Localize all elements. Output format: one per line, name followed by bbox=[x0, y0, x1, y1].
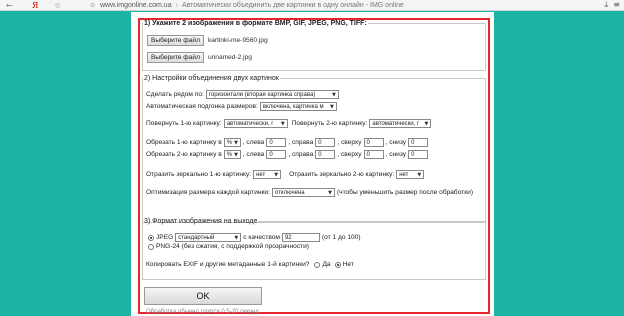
exif-yes-label: Да bbox=[322, 261, 331, 268]
mirror1-label: Отразить зеркально 1-ю картинку: bbox=[146, 171, 252, 178]
exif-label: Копировать EXIF и другие метаданные 1-й … bbox=[146, 261, 310, 268]
join-direction-select[interactable]: горизонтали (вторая картинка справа) ▼ bbox=[205, 90, 339, 99]
url-text[interactable]: www.imgonline.com.ua bbox=[100, 2, 172, 9]
png-label: PNG-24 (без сжатия, с поддержкой прозрач… bbox=[156, 243, 309, 250]
crop1-label: Обрезать 1-ю картинку в bbox=[146, 139, 222, 146]
chevron-down-icon: ▼ bbox=[274, 171, 279, 178]
jpeg-label: JPEG bbox=[156, 234, 174, 241]
output-format-section: 3) Формат изображения на выходе JPEG ста… bbox=[142, 218, 486, 280]
exif-no-radio[interactable] bbox=[334, 261, 341, 268]
chevron-down-icon: ▼ bbox=[331, 91, 336, 98]
ok-button[interactable]: OK bbox=[144, 287, 262, 305]
optimize-note: (чтобы уменьшить размер после обработки) bbox=[336, 189, 474, 196]
url-separator: › bbox=[175, 1, 178, 9]
page-title: Автоматически объединить две картинки в … bbox=[181, 1, 404, 9]
file-upload-section: 1) Укажите 2 изображения в формате BMP, … bbox=[142, 20, 486, 71]
chevron-down-icon: ▼ bbox=[329, 103, 334, 110]
exif-no-label: Нет bbox=[342, 261, 354, 268]
section2-legend: 2) Настройки объединения двух картинок bbox=[144, 75, 279, 82]
crop1-top-input[interactable]: 0 bbox=[363, 138, 384, 147]
chevron-down-icon: ▼ bbox=[234, 139, 238, 146]
exif-yes-radio[interactable] bbox=[314, 261, 321, 268]
rotate2-select[interactable]: автоматически, г ▼ bbox=[369, 119, 432, 128]
optimize-label: Оптимизация размера каждой картинки: bbox=[146, 189, 270, 196]
join-direction-label: Сделать рядом по: bbox=[146, 91, 204, 98]
mirror2-label: Отразить зеркально 2-ю картинку: bbox=[289, 171, 395, 178]
section3-legend: 3) Формат изображения на выходе bbox=[144, 218, 258, 225]
rotate1-select[interactable]: автоматически, г ▼ bbox=[223, 119, 288, 128]
crop2-top-label: , сверху bbox=[337, 151, 362, 158]
crop2-label: Обрезать 2-ю картинку в bbox=[146, 151, 222, 158]
chevron-down-icon: ▼ bbox=[328, 189, 332, 196]
quality-range: (от 1 до 100) bbox=[321, 234, 361, 241]
yandex-logo[interactable]: Я bbox=[32, 1, 40, 10]
crop1-bottom-input[interactable]: 0 bbox=[408, 138, 429, 147]
chevron-down-icon: ▼ bbox=[234, 234, 239, 241]
chevron-down-icon: ▼ bbox=[234, 151, 238, 158]
site-lock-icon: ⊙ bbox=[90, 1, 96, 9]
crop1-unit-select[interactable]: % ▼ bbox=[223, 138, 241, 147]
png-radio[interactable] bbox=[148, 243, 154, 250]
chevron-down-icon: ▼ bbox=[424, 120, 429, 127]
mirror1-select[interactable]: нет ▼ bbox=[253, 170, 282, 179]
crop1-left-input[interactable]: 0 bbox=[266, 138, 287, 147]
rotate1-label: Повернуть 1-ю картинку: bbox=[146, 120, 222, 127]
mirror2-select[interactable]: нет ▼ bbox=[396, 170, 425, 179]
back-arrow-icon[interactable]: ← bbox=[6, 1, 16, 10]
menu-icon[interactable]: ≡ bbox=[613, 0, 620, 9]
browse-file1-button[interactable]: Выберите файл bbox=[147, 35, 204, 46]
crop2-top-input[interactable]: 0 bbox=[363, 150, 384, 159]
file1-name: kartinki-me-9560.jpg bbox=[207, 37, 268, 44]
crop1-top-label: , сверху bbox=[337, 139, 362, 146]
auto-fit-label: Автоматическая подгонка размеров: bbox=[146, 103, 258, 110]
quality-label: с качеством bbox=[243, 234, 280, 241]
crop2-right-label: , справа bbox=[288, 151, 314, 158]
crop2-bottom-label: , снизу bbox=[385, 151, 407, 158]
crop2-bottom-input[interactable]: 0 bbox=[408, 150, 429, 159]
crop1-left-label: , слева bbox=[242, 139, 265, 146]
auto-fit-select[interactable]: включена, картинка м ▼ bbox=[259, 102, 337, 111]
chevron-down-icon: ▼ bbox=[280, 120, 285, 127]
jpeg-mode-select[interactable]: стандартный ▼ bbox=[175, 233, 242, 242]
chevron-down-icon: ▼ bbox=[417, 171, 422, 178]
crop2-left-label: , слева bbox=[242, 151, 265, 158]
rotate2-label: Повернуть 2-ю картинку: bbox=[291, 120, 368, 127]
crop1-right-label: , справа bbox=[288, 139, 314, 146]
crop2-unit-select[interactable]: % ▼ bbox=[223, 150, 241, 159]
optimize-select[interactable]: отключена ▼ bbox=[271, 188, 335, 197]
download-icon[interactable]: ⤓ bbox=[604, 0, 608, 10]
processing-note: Обработка обычно длится 0.5-20 секунд. bbox=[146, 309, 261, 315]
section1-legend: 1) Укажите 2 изображения в формате BMP, … bbox=[144, 20, 367, 27]
crop1-bottom-label: , снизу bbox=[385, 139, 407, 146]
bookmark-star-icon[interactable]: ☆ bbox=[54, 1, 64, 10]
crop2-right-input[interactable]: 0 bbox=[315, 150, 336, 159]
highlight-frame: 1) Укажите 2 изображения в формате BMP, … bbox=[138, 18, 490, 314]
crop2-left-input[interactable]: 0 bbox=[266, 150, 287, 159]
crop1-right-input[interactable]: 0 bbox=[315, 138, 336, 147]
jpeg-radio[interactable] bbox=[148, 234, 154, 241]
join-settings-section: 2) Настройки объединения двух картинок С… bbox=[142, 75, 486, 223]
file2-name: unnamed-2.jpg bbox=[207, 54, 252, 61]
quality-input[interactable]: 92 bbox=[281, 233, 320, 242]
browse-file2-button[interactable]: Выберите файл bbox=[147, 52, 204, 63]
browser-address-bar: ← Я ☆ ⊙ www.imgonline.com.ua › Автоматич… bbox=[0, 0, 624, 11]
